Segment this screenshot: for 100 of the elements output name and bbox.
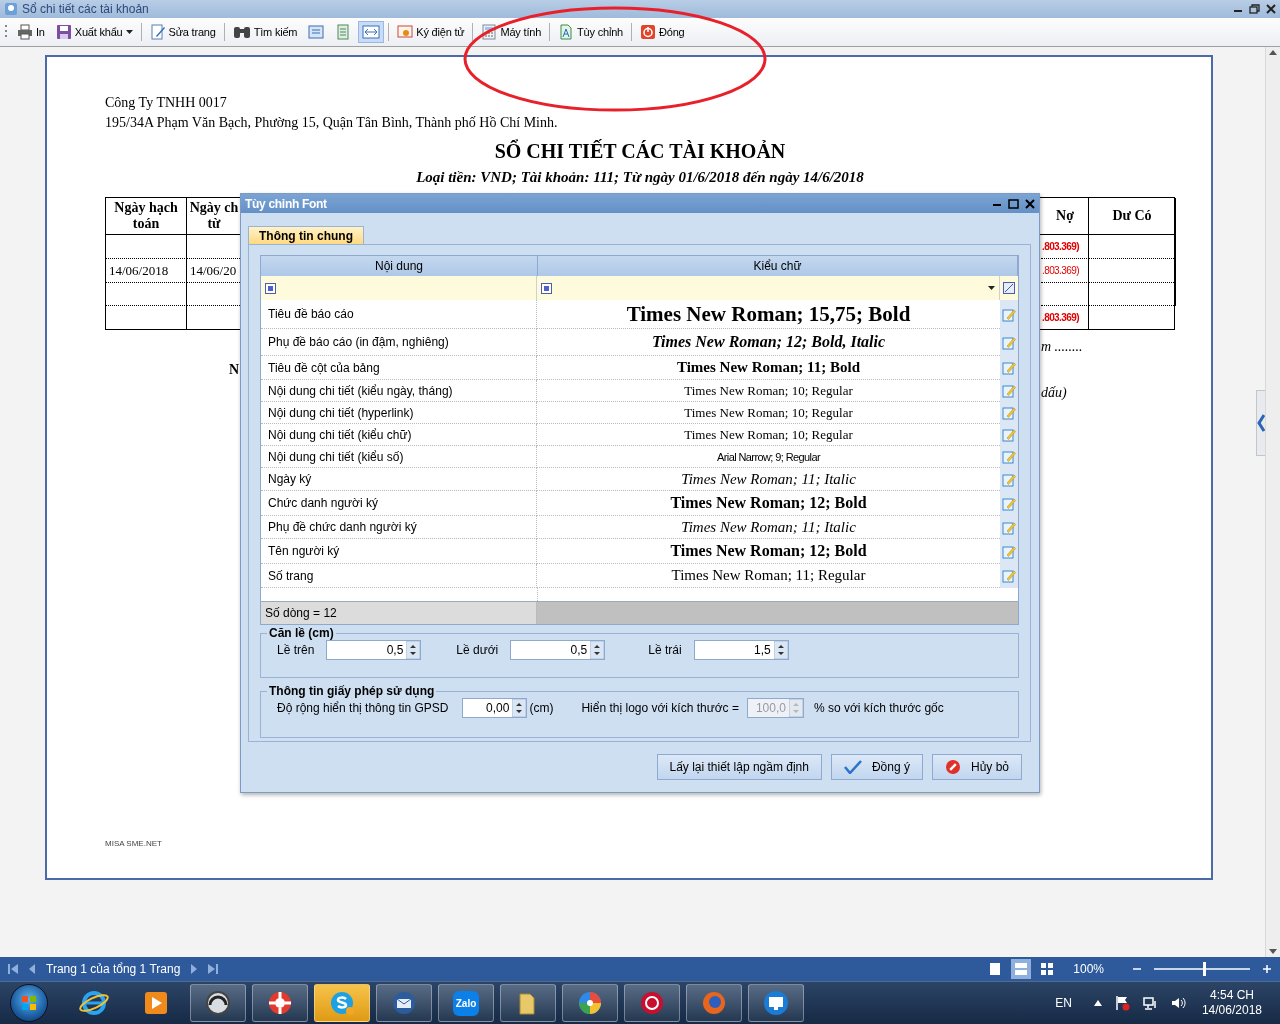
- slider-thumb[interactable]: [1202, 962, 1206, 976]
- edit-icon: [1002, 406, 1016, 420]
- number-spinner[interactable]: 0,00: [462, 698, 528, 718]
- chat-icon: [328, 989, 356, 1017]
- filter-field[interactable]: [537, 276, 1000, 300]
- start-button[interactable]: [10, 984, 48, 1022]
- report-title: SỔ CHI TIẾT CÁC TÀI KHOẢN: [493, 138, 787, 164]
- maximize-icon: [1008, 198, 1019, 209]
- field-label: Hiển thị logo với kích thước =: [581, 701, 739, 715]
- font-sample-cell: Times New Roman; 11; Italic: [537, 468, 1000, 491]
- toolbar-button[interactable]: Đóng: [635, 21, 689, 43]
- field-label: Lề trên: [277, 643, 315, 657]
- taskbar-button[interactable]: [252, 984, 308, 1022]
- dialog-button[interactable]: Hủy bỏ: [931, 754, 1022, 780]
- play-icon: [143, 990, 169, 1016]
- amount-cell: .803.369): [1042, 306, 1089, 329]
- row-count: Số dòng = 12: [261, 602, 537, 624]
- column-header[interactable]: Nội dung: [261, 256, 538, 276]
- brand-footer: MISA SME.NET: [105, 839, 162, 848]
- font-sample-cell: Arial Narrow; 9; Regular: [537, 446, 1000, 468]
- edit-icon: [1002, 496, 1016, 511]
- caret-icon: [125, 30, 133, 34]
- number-spinner[interactable]: 1,5: [693, 640, 789, 660]
- browser-icon: [79, 988, 109, 1018]
- fit-width-icon: [362, 24, 381, 40]
- toolbar-button[interactable]: Ký điện tử: [393, 21, 469, 43]
- flag-icon: [1113, 995, 1130, 1011]
- toolbar-button[interactable]: Tìm kiếm: [228, 21, 302, 43]
- certificate-icon: [397, 24, 414, 40]
- first-page-icon: [8, 963, 18, 975]
- grid-pages-icon: [1040, 962, 1055, 976]
- amount-cell: [1042, 283, 1089, 306]
- company-address: 195/34A Phạm Văn Bạch, Phường 15, Quận Tân Bình, Thành phố Hồ Chí Minh.: [105, 114, 559, 132]
- edit-icon: [1002, 361, 1016, 375]
- toolbar-button[interactable]: Sửa trang: [145, 21, 220, 43]
- taskbar-button[interactable]: [748, 984, 804, 1022]
- column-header: Nợ: [1042, 198, 1089, 235]
- cancel-icon: [944, 759, 961, 775]
- scrollbar[interactable]: [1265, 47, 1280, 957]
- tab[interactable]: Thông tin chung: [248, 226, 364, 244]
- toolbar-button[interactable]: Xuất khẩu: [51, 21, 137, 43]
- number-spinner[interactable]: 0,5: [510, 640, 606, 660]
- font-sample-cell: Times New Roman; 11; Bold: [537, 356, 1000, 380]
- clock[interactable]: 4:54 CH 14/06/2018: [1201, 988, 1262, 1018]
- report-subtitle: Loại tiền: VND; Tài khoản: 111; Từ ngày 01/6/2018 đến ngày 14/6/2018: [415, 168, 865, 187]
- dropdown-caret-icon: [988, 286, 995, 290]
- window-title-bar: Sổ chi tiết các tài khoản: [0, 0, 1280, 18]
- edit-icon: [1002, 569, 1016, 583]
- toolbar-button[interactable]: Tùy chỉnh: [554, 21, 627, 43]
- checkmark-icon: [843, 760, 862, 774]
- company-name: Công Ty TNHH 0017: [105, 94, 228, 112]
- table-cell: Nội dung chi tiết (kiểu chữ): [261, 424, 537, 446]
- font-sample-cell: Times New Roman; 12; Bold: [537, 491, 1000, 516]
- filter-field[interactable]: [261, 276, 537, 300]
- previous-page-icon: [28, 963, 36, 975]
- app-icon: [4, 2, 18, 16]
- spin-arrows-icon: [773, 641, 788, 659]
- mail-icon: [390, 989, 418, 1017]
- view-toggle-button[interactable]: [358, 21, 385, 43]
- filter-icon: [265, 282, 276, 294]
- spin-arrows-icon: [788, 699, 803, 717]
- number-spinner[interactable]: 0,5: [326, 640, 422, 660]
- taskbar-button[interactable]: Zalo: [438, 984, 494, 1022]
- page-indicator: Trang 1 của tổng 1 Trang: [46, 962, 181, 976]
- printer-icon: [17, 24, 33, 40]
- restore-icon: [1249, 4, 1260, 14]
- pinwheel-icon: [576, 989, 604, 1017]
- side-panel-tab[interactable]: [1256, 390, 1265, 456]
- taskbar-button[interactable]: [500, 984, 556, 1022]
- font-sample-cell: Times New Roman; 10; Regular: [537, 402, 1000, 424]
- language-indicator[interactable]: EN: [1055, 996, 1072, 1010]
- two-page-icon: [1014, 962, 1029, 976]
- last-page-icon: [208, 963, 219, 975]
- taskbar-button[interactable]: [624, 984, 680, 1022]
- column-header[interactable]: Kiểu chữ: [538, 256, 1018, 276]
- browser-icon: [700, 989, 728, 1017]
- view-mode-button[interactable]: [1011, 959, 1032, 979]
- taskbar-button[interactable]: [376, 984, 432, 1022]
- binoculars-icon: [232, 24, 251, 40]
- taskbar-button[interactable]: [562, 984, 618, 1022]
- app-logo: Zalo: [452, 990, 480, 1016]
- page-pencil-icon: [149, 24, 166, 40]
- spin-arrows-icon: [512, 699, 527, 717]
- windows-logo-icon: [21, 995, 37, 1011]
- dialog-button[interactable]: Lấy lại thiết lập ngầm định: [656, 754, 822, 780]
- toolbar-button[interactable]: Máy tính: [477, 21, 546, 43]
- toolbar-button[interactable]: In: [13, 21, 49, 43]
- monitor-icon: [762, 989, 790, 1017]
- power-icon: [639, 24, 656, 40]
- table-cell: Nội dung chi tiết (kiểu số): [261, 446, 537, 468]
- taskbar-button[interactable]: [190, 984, 246, 1022]
- grip-icon[interactable]: [4, 24, 8, 40]
- group-title: Thông tin giấy phép sử dụng: [268, 684, 436, 698]
- field-label: Lề dưới: [456, 643, 499, 657]
- edit-icon: [1002, 450, 1016, 464]
- edit-icon: [1002, 472, 1016, 487]
- dialog-button[interactable]: Đồng ý: [830, 754, 923, 780]
- table-cell: Tiêu đề cột của bảng: [261, 356, 537, 380]
- page-view-icon: [308, 24, 325, 40]
- font-sample-cell: Times New Roman; 10; Regular: [537, 424, 1000, 446]
